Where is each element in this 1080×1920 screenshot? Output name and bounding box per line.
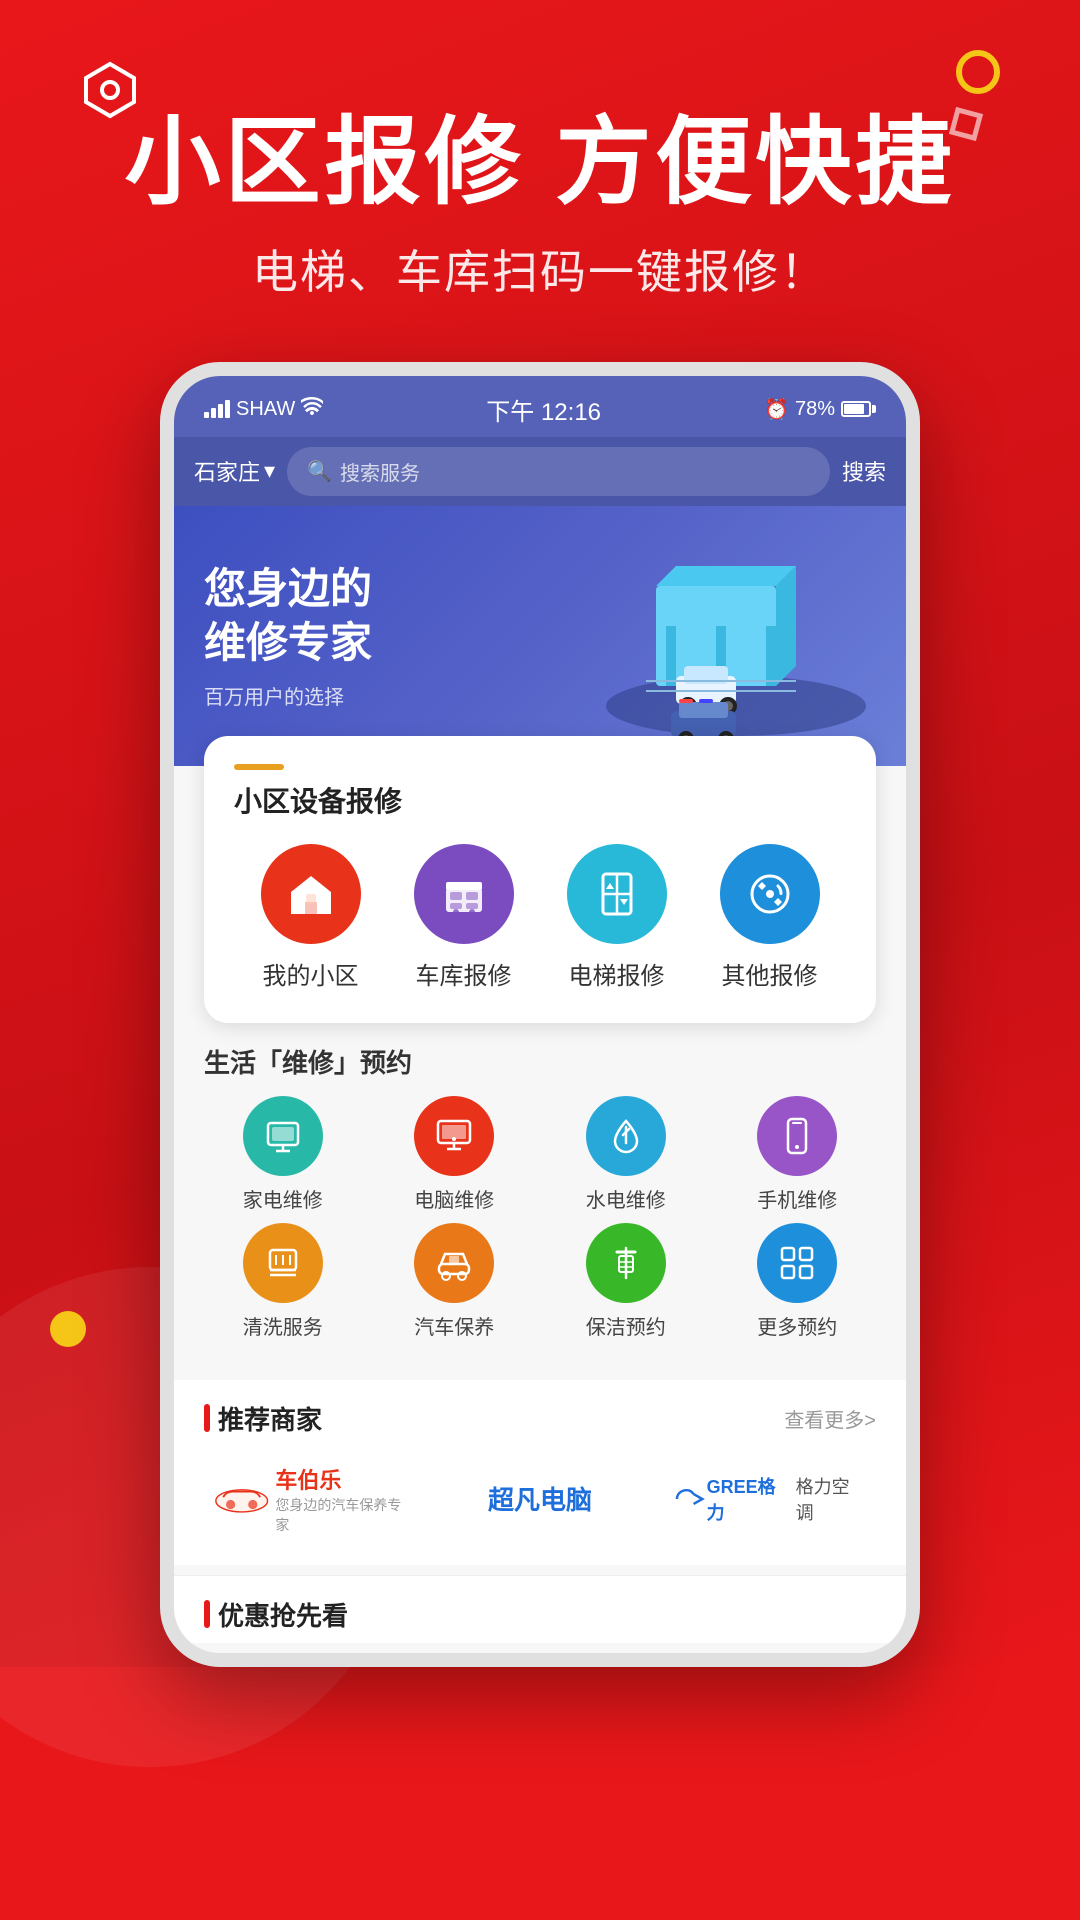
garage-repair-label: 车库报修 [416, 956, 512, 991]
hero-section: 小区报修 方便快捷 电梯、车库扫码一键报修！ SHAW [0, 0, 1080, 1667]
signal-bars [204, 400, 230, 418]
banner-illustration [566, 506, 906, 766]
search-bar: 石家庄 ▾ 🔍 搜索服务 搜索 [174, 437, 906, 506]
battery-area: ⏰ 78% [764, 397, 876, 422]
chaofan-logo[interactable]: 超凡电脑 [435, 1470, 646, 1527]
phone-mockup: SHAW 下午 12:16 ⏰ 78% [160, 362, 920, 1667]
cleaning-appt-label: 保洁预约 [586, 1311, 666, 1340]
garage-repair-item[interactable]: 车库报修 [399, 844, 529, 991]
banner-text: 您身边的维修专家 百万用户的选择 [204, 562, 372, 710]
cleaning-item[interactable]: 清洗服务 [204, 1223, 362, 1340]
search-placeholder: 搜索服务 [340, 457, 420, 486]
view-more-link[interactable]: 查看更多> [784, 1404, 876, 1433]
car-care-icon [414, 1223, 494, 1303]
appliance-icon [243, 1096, 323, 1176]
my-community-icon [261, 844, 361, 944]
life-services-grid-row2: 清洗服务 [204, 1223, 876, 1340]
search-icon: 🔍 [307, 459, 332, 484]
banner-subtitle: 百万用户的选择 [204, 681, 372, 710]
card-accent-line [234, 764, 284, 770]
cleaning-appt-item[interactable]: 保洁预约 [547, 1223, 705, 1340]
phone-repair-label: 手机维修 [757, 1184, 837, 1213]
carrier-name: SHAW [236, 398, 295, 421]
phone-repair-icon [757, 1096, 837, 1176]
search-input-box[interactable]: 🔍 搜索服务 [287, 447, 830, 496]
merchants-logos: 车伯乐 您身边的汽车保养专家 超凡电脑 [204, 1453, 876, 1545]
signal-bar-2 [211, 408, 216, 418]
hero-title: 小区报修 方便快捷 [60, 110, 1020, 216]
computer-item[interactable]: 电脑维修 [376, 1096, 534, 1213]
computer-icon [414, 1096, 494, 1176]
elevator-repair-item[interactable]: 电梯报修 [552, 844, 682, 991]
merchants-section: 推荐商家 查看更多> [174, 1380, 906, 1565]
car-care-item[interactable]: 汽车保养 [376, 1223, 534, 1340]
car-care-label: 汽车保养 [414, 1311, 494, 1340]
more-label: 更多预约 [757, 1311, 837, 1340]
signal-bar-4 [225, 400, 230, 418]
water-electric-icon [586, 1096, 666, 1176]
battery-icon [841, 401, 876, 417]
merchants-title: 推荐商家 [204, 1400, 322, 1437]
cleaning-icon [243, 1223, 323, 1303]
city-selector[interactable]: 石家庄 ▾ [194, 455, 275, 487]
life-services-grid-row1: 家电维修 [204, 1096, 876, 1213]
appliance-item[interactable]: 家电维修 [204, 1096, 362, 1213]
cleaning-appt-icon [586, 1223, 666, 1303]
search-button[interactable]: 搜索 [842, 455, 886, 487]
phone-repair-item[interactable]: 手机维修 [719, 1096, 877, 1213]
battery-percent: 78% [795, 398, 835, 421]
elevator-repair-icon [567, 844, 667, 944]
status-bar: SHAW 下午 12:16 ⏰ 78% [174, 376, 906, 437]
wifi-icon [301, 397, 323, 421]
equipment-repair-title: 小区设备报修 [234, 780, 846, 820]
water-electric-label: 水电维修 [586, 1184, 666, 1213]
equipment-repair-card: 小区设备报修 我的小区 [204, 736, 876, 1023]
life-services-title: 生活「维修」预约 [204, 1023, 876, 1096]
my-community-label: 我的小区 [263, 956, 359, 991]
more-item[interactable]: 更多预约 [719, 1223, 877, 1340]
city-name: 石家庄 [194, 455, 260, 487]
cleaning-label: 清洗服务 [243, 1311, 323, 1340]
equipment-repair-grid: 我的小区 [234, 844, 846, 991]
signal-area: SHAW [204, 397, 323, 421]
next-section-title: 优惠抢先看 [204, 1596, 876, 1633]
my-community-item[interactable]: 我的小区 [246, 844, 376, 991]
water-electric-item[interactable]: 水电维修 [547, 1096, 705, 1213]
garage-repair-icon [414, 844, 514, 944]
more-icon [757, 1223, 837, 1303]
other-repair-icon [720, 844, 820, 944]
other-repair-item[interactable]: 其他报修 [705, 844, 835, 991]
elevator-repair-label: 电梯报修 [569, 956, 665, 991]
deco-hex-icon [80, 60, 140, 120]
phone-time: 下午 12:16 [486, 392, 601, 427]
other-repair-label: 其他报修 [722, 956, 818, 991]
appliance-label: 家电维修 [243, 1184, 323, 1213]
signal-bar-3 [218, 404, 223, 418]
hero-subtitle: 电梯、车库扫码一键报修！ [60, 236, 1020, 302]
life-services-section: 生活「维修」预约 [174, 1023, 906, 1370]
banner-title: 您身边的维修专家 [204, 562, 372, 671]
phone-banner: 您身边的维修专家 百万用户的选择 [174, 506, 906, 766]
deco-circle [956, 50, 1000, 94]
alarm-icon: ⏰ [764, 397, 789, 422]
phone-wrapper: SHAW 下午 12:16 ⏰ 78% [60, 362, 1020, 1667]
signal-bar-1 [204, 412, 209, 418]
computer-label: 电脑维修 [414, 1184, 494, 1213]
dropdown-arrow: ▾ [264, 458, 275, 484]
next-section-teaser: 优惠抢先看 [174, 1575, 906, 1643]
chelele-logo[interactable]: 车伯乐 您身边的汽车保养专家 [204, 1453, 415, 1545]
gree-logo[interactable]: GREE格力 格力空调 [665, 1463, 876, 1535]
merchants-header: 推荐商家 查看更多> [204, 1400, 876, 1437]
